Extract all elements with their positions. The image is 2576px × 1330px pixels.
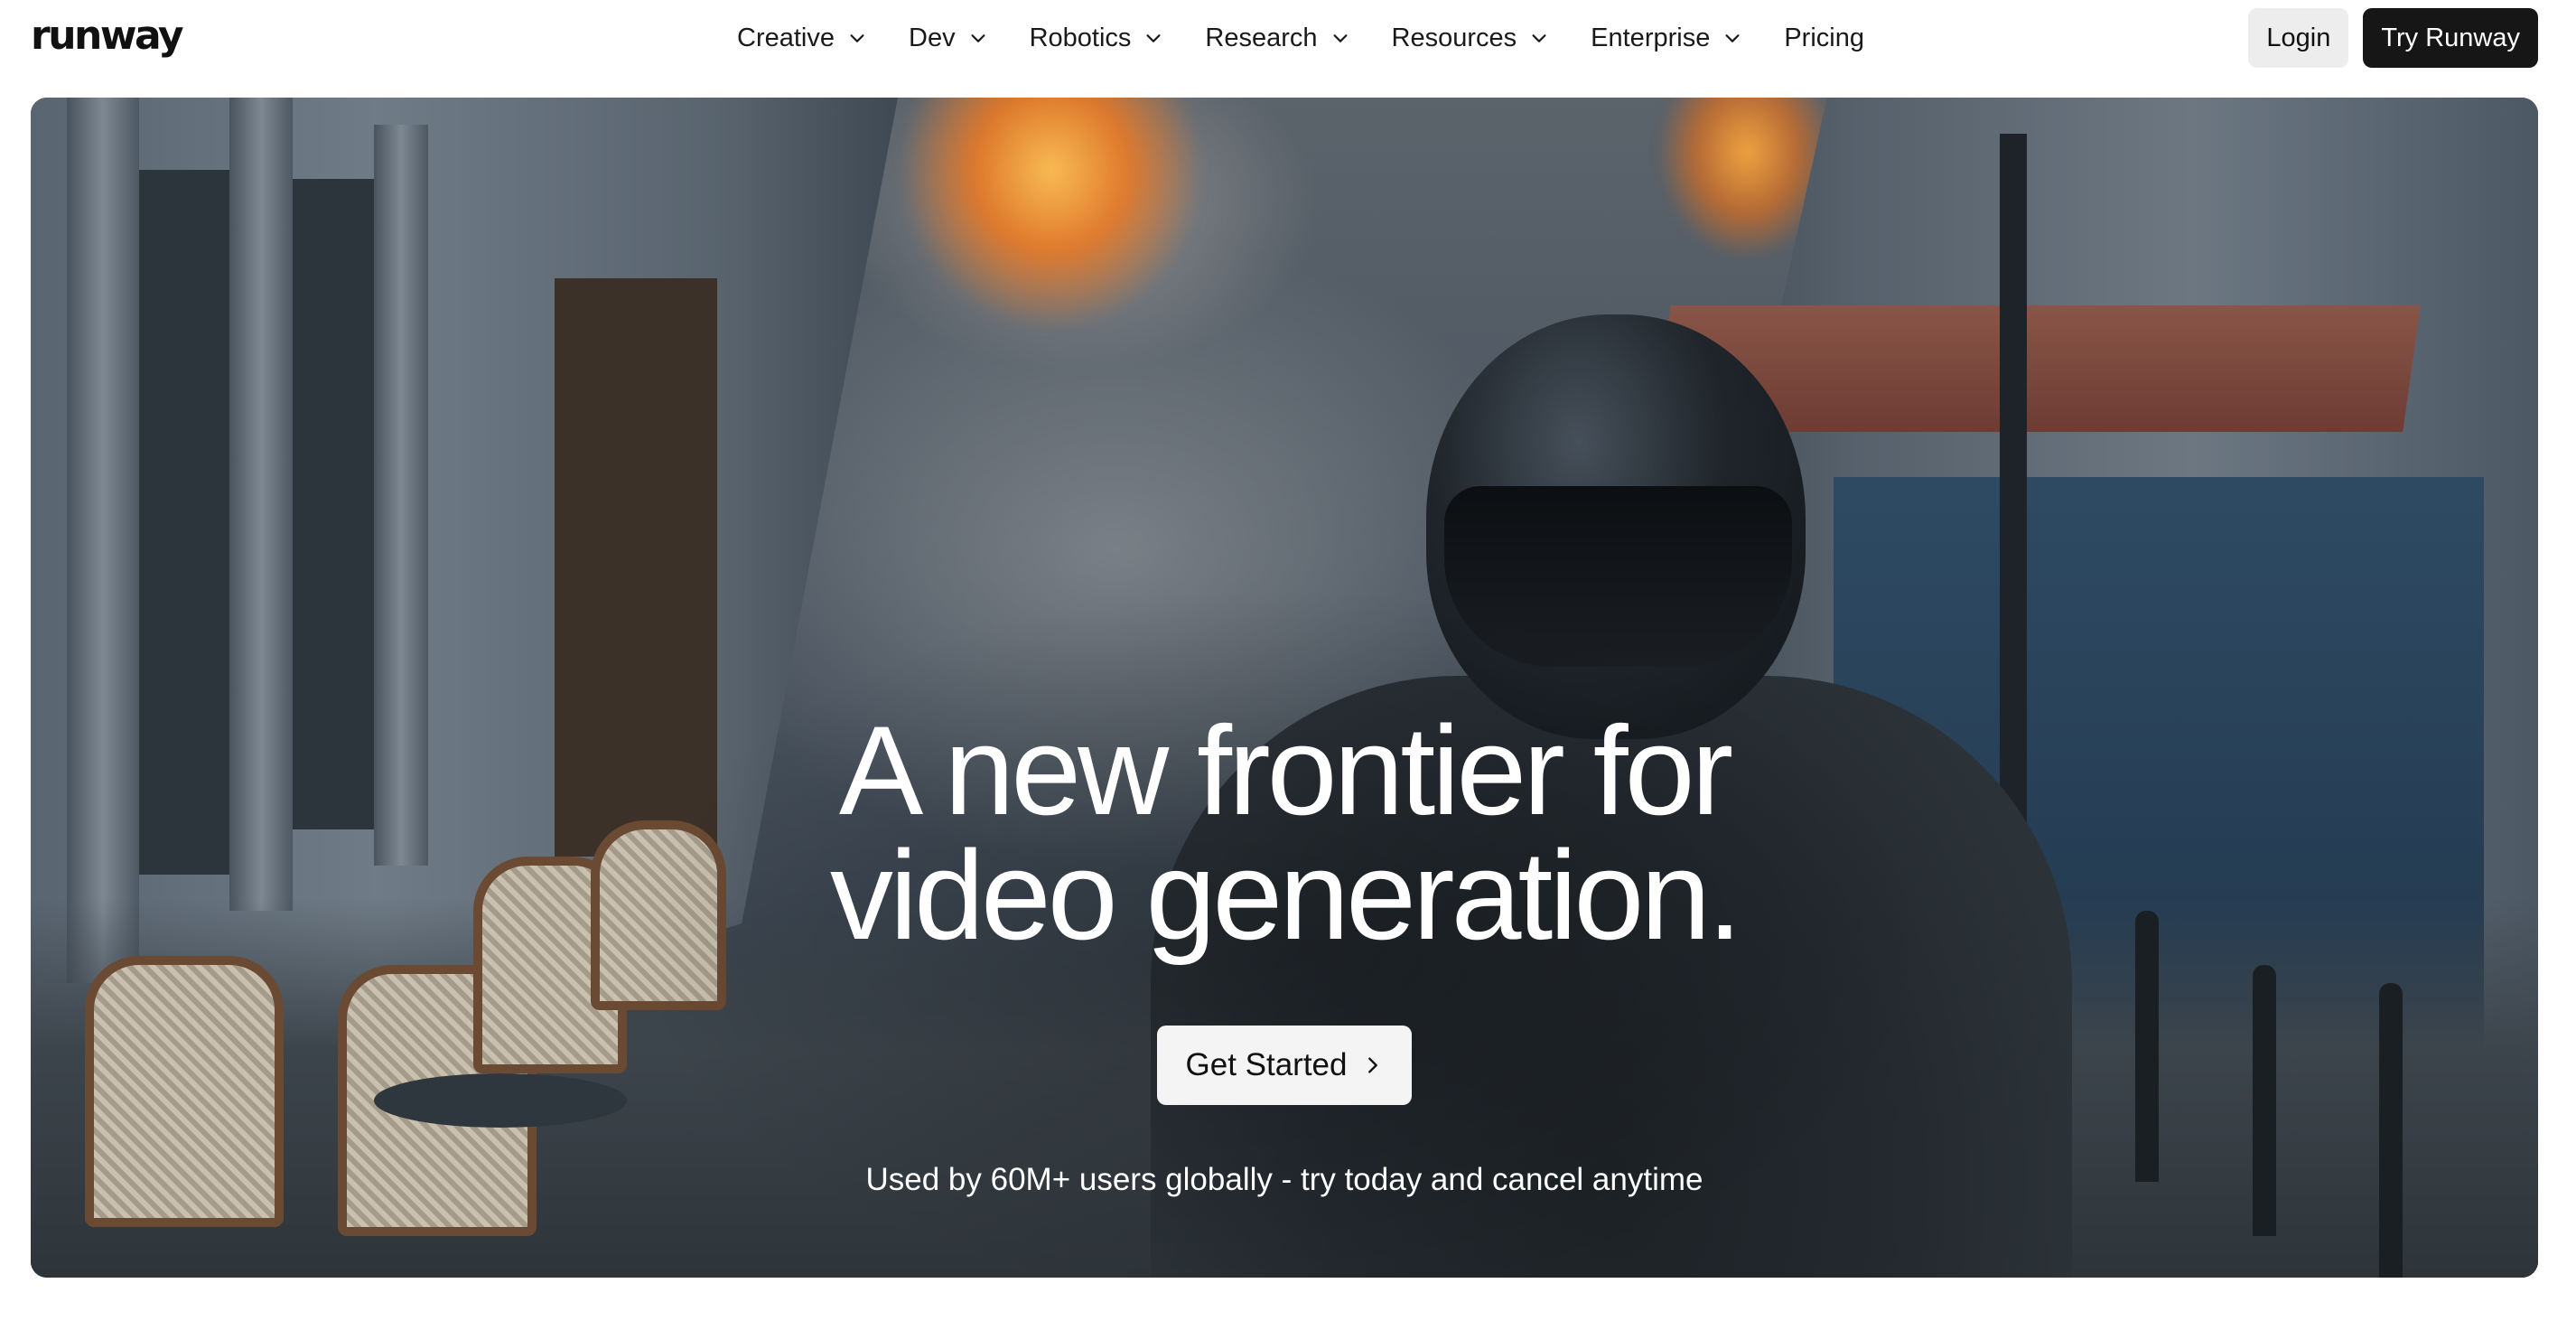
get-started-button[interactable]: Get Started — [1157, 1026, 1412, 1105]
nav-item-resources[interactable]: Resources — [1392, 23, 1550, 53]
hero-title-line-1: A new frontier for — [838, 699, 1733, 841]
try-runway-button[interactable]: Try Runway — [2363, 8, 2538, 68]
get-started-label: Get Started — [1185, 1047, 1348, 1082]
top-navbar: runway Creative Dev Robotics Research Re… — [0, 0, 2576, 76]
chevron-down-icon — [1333, 34, 1348, 42]
chevron-down-icon — [971, 34, 985, 42]
chevron-down-icon — [1725, 34, 1740, 42]
nav-item-robotics[interactable]: Robotics — [1030, 23, 1164, 53]
chevron-down-icon — [850, 34, 864, 42]
chevron-down-icon — [1532, 34, 1546, 42]
chevron-down-icon — [1146, 34, 1161, 42]
nav-item-label: Dev — [909, 23, 956, 52]
nav-item-label: Pricing — [1784, 23, 1864, 52]
hero-subtitle: Used by 60M+ users globally - try today … — [865, 1162, 1703, 1197]
chevron-right-icon — [1368, 1057, 1378, 1073]
nav-item-creative[interactable]: Creative — [737, 23, 867, 53]
hero-section: A new frontier for video generation. Get… — [31, 98, 2538, 1278]
hero-title-line-2: video generation. — [829, 824, 1742, 966]
nav-item-dev[interactable]: Dev — [909, 23, 988, 53]
main-nav: Creative Dev Robotics Research Resources… — [737, 0, 1864, 76]
runway-logo[interactable]: runway — [31, 11, 184, 61]
nav-item-pricing[interactable]: Pricing — [1784, 23, 1864, 53]
login-button[interactable]: Login — [2248, 8, 2349, 68]
nav-item-label: Research — [1205, 23, 1318, 52]
nav-item-label: Robotics — [1029, 23, 1132, 52]
nav-item-enterprise[interactable]: Enterprise — [1591, 23, 1742, 53]
nav-actions: Login Try Runway — [2248, 8, 2538, 68]
nav-item-research[interactable]: Research — [1205, 23, 1349, 53]
hero-title: A new frontier for video generation. — [31, 699, 2538, 966]
nav-item-label: Creative — [737, 23, 835, 52]
nav-item-label: Enterprise — [1591, 23, 1711, 52]
nav-item-label: Resources — [1391, 23, 1517, 52]
